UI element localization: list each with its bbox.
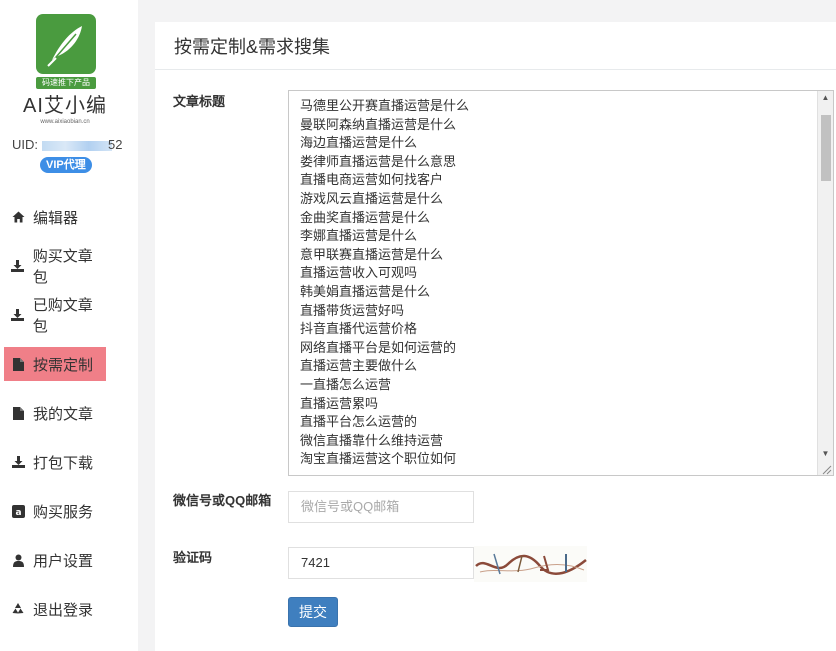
logo-tagline: 码速推下产品 [36, 77, 96, 89]
uid-tail: 52 [108, 137, 123, 152]
title-line: 直播运营主要做什么 [300, 358, 418, 374]
brand-url: www.aixiaobian.cn [40, 119, 90, 125]
sidebar-item-label: 购买文章包 [32, 248, 93, 286]
title-line: 李娜直播运营是什么 [300, 228, 418, 244]
download-icon [11, 455, 25, 469]
title-line: 娄律师直播运营是什么意思 [300, 153, 457, 169]
title-line: 直播电商运营如何找客户 [300, 172, 444, 188]
sidebar-item-editor[interactable]: 编辑器 [4, 200, 106, 234]
uid-label: UID: [12, 137, 38, 152]
recycle-icon [11, 602, 25, 616]
sidebar-item-user-settings[interactable]: 用户设置 [4, 543, 106, 577]
contact-input[interactable]: 微信号或QQ邮箱 [288, 491, 474, 523]
uid-display: UID: 52 [12, 137, 132, 152]
title-line: 抖音直播代运营价格 [300, 321, 418, 337]
captcha-input[interactable]: 7421 [288, 547, 474, 579]
sidebar-item-label: 打包下载 [33, 454, 94, 472]
sidebar-item-label: 购买服务 [33, 503, 94, 521]
contact-label: 微信号或QQ邮箱 [173, 493, 272, 508]
submit-button[interactable]: 提交 [288, 597, 338, 627]
title-line: 淘宝直播运营这个职位如何 [300, 451, 457, 467]
file-icon [11, 406, 25, 420]
panel-title: 按需定制&需求搜集 [155, 22, 836, 70]
resize-grip-icon[interactable] [820, 462, 832, 475]
sidebar-item-my-articles[interactable]: 我的文章 [4, 396, 106, 430]
sidebar-item-label: 退出登录 [33, 601, 94, 619]
logo-feather-icon [36, 14, 96, 74]
sidebar-item-logout[interactable]: 退出登录 [4, 592, 106, 626]
title-line: 直播运营累吗 [300, 395, 379, 411]
title-line: 马德里公开赛直播运营是什么 [300, 98, 470, 113]
title-line: 韩美娟直播运营是什么 [300, 283, 431, 299]
sidebar-item-label: 按需定制 [33, 356, 94, 374]
title-line: 网络直播平台是如何运营的 [300, 339, 457, 355]
svg-text:a: a [15, 508, 21, 518]
titles-textarea[interactable]: 马德里公开赛直播运营是什么 曼联阿森纳直播运营是什么 海边直播运营是什么 娄律师… [288, 90, 834, 476]
sidebar-item-bulk-download[interactable]: 打包下载 [4, 445, 106, 479]
scroll-up-arrow-icon[interactable]: ▲ [818, 91, 833, 105]
sidebar-item-label: 已购文章包 [32, 297, 93, 335]
title-line: 金曲奖直播运营是什么 [300, 209, 431, 225]
download-icon [11, 259, 25, 273]
sidebar-item-buy-service[interactable]: a 购买服务 [4, 494, 106, 528]
title-line: 意甲联赛直播运营是什么 [300, 246, 444, 262]
vip-badge: VIP代理 [40, 157, 92, 173]
sidebar-item-label: 用户设置 [33, 552, 94, 570]
home-icon [11, 210, 25, 224]
titles-list: 马德里公开赛直播运营是什么 曼联阿森纳直播运营是什么 海边直播运营是什么 娄律师… [300, 97, 469, 469]
title-line: 曼联阿森纳直播运营是什么 [300, 116, 457, 132]
scroll-down-arrow-icon[interactable]: ▼ [818, 447, 833, 461]
captcha-label: 验证码 [173, 550, 213, 565]
custom-order-panel: 按需定制&需求搜集 文章标题 马德里公开赛直播运营是什么 曼联阿森纳直播运营是什… [155, 22, 836, 651]
sidebar-item-custom-order[interactable]: 按需定制 [4, 347, 106, 381]
textarea-scrollbar[interactable]: ▲ ▼ [817, 91, 833, 475]
sidebar-item-purchased-packs[interactable]: 已购文章包 [4, 297, 106, 335]
title-line: 直播运营收入可观吗 [300, 265, 418, 281]
title-line: 一直播怎么运营 [300, 376, 392, 392]
captcha-image[interactable] [474, 546, 587, 582]
title-line: 微信直播靠什么维持运营 [300, 432, 444, 448]
brand-name: AI艾小编 [23, 95, 107, 117]
title-line: 海边直播运营是什么 [300, 135, 418, 151]
sidebar-item-label: 我的文章 [33, 405, 94, 423]
titles-label: 文章标题 [173, 94, 226, 109]
file-icon [11, 357, 25, 371]
sidebar: 码速推下产品 AI艾小编 www.aixiaobian.cn UID: 52 V… [0, 0, 138, 651]
download-icon [11, 308, 25, 322]
scrollbar-thumb[interactable] [821, 115, 831, 181]
title-line: 直播带货运营好吗 [300, 302, 405, 318]
amazon-icon: a [11, 504, 25, 518]
user-icon [11, 553, 25, 567]
sidebar-item-label: 编辑器 [33, 209, 79, 227]
title-line: 直播平台怎么运营的 [300, 414, 418, 430]
title-line: 游戏风云直播运营是什么 [300, 190, 444, 206]
uid-mask [42, 141, 112, 151]
sidebar-item-buy-packs[interactable]: 购买文章包 [4, 248, 106, 286]
